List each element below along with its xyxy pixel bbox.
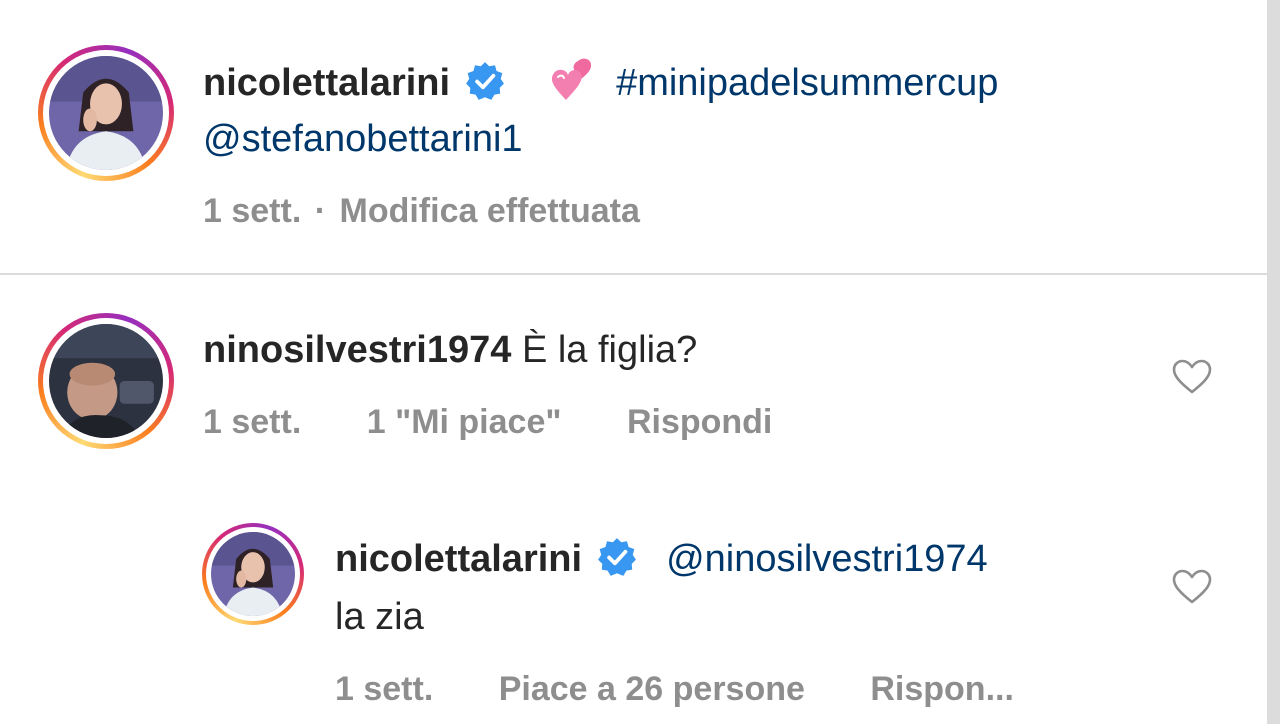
comment-text: È la figlia?	[521, 329, 698, 371]
comments-screen: nicolettalarini #minipadelsummercup @ste…	[0, 0, 1280, 724]
caption-username[interactable]: nicolettalarini	[203, 62, 450, 104]
reply-avatar[interactable]	[202, 523, 304, 625]
reply-line-2: la zia	[335, 594, 424, 640]
avatar-photo-man	[49, 324, 163, 438]
reply-reply-button[interactable]: Rispon...	[870, 669, 1014, 709]
reply-line-1: nicolettalarini @ninosilvestri1974	[335, 536, 988, 582]
caption-separator: ·	[314, 192, 327, 230]
reply-meta: 1 sett. Piace a 26 persone Rispon...	[335, 669, 1014, 709]
caption-avatar[interactable]	[38, 45, 174, 181]
avatar-photo-woman	[49, 56, 163, 170]
caption-mention-link[interactable]: @stefanobettarini1	[203, 118, 523, 160]
comment-line: ninosilvestri1974 È la figlia?	[203, 327, 697, 373]
reply-likes[interactable]: Piace a 26 persone	[499, 669, 805, 709]
scrollbar[interactable]	[1267, 0, 1280, 724]
reply-username[interactable]: nicolettalarini	[335, 538, 582, 580]
caption-time: 1 sett.	[203, 192, 302, 230]
caption-line-2: @stefanobettarini1	[203, 116, 523, 162]
verified-badge-icon	[466, 62, 504, 100]
verified-badge-icon	[598, 538, 636, 576]
avatar-photo-woman	[211, 532, 295, 616]
caption-hashtag-link[interactable]: #minipadelsummercup	[616, 62, 998, 104]
comment-username[interactable]: ninosilvestri1974	[203, 329, 511, 371]
comment-time: 1 sett.	[203, 403, 302, 441]
caption-edited-label: Modifica effettuata	[339, 192, 640, 230]
reply-time: 1 sett.	[335, 670, 434, 708]
caption-line-1: nicolettalarini #minipadelsummercup	[203, 57, 998, 107]
comment-avatar[interactable]	[38, 313, 174, 449]
divider	[0, 273, 1267, 275]
caption-meta: 1 sett. · Modifica effettuata	[203, 191, 640, 231]
reply-text: la zia	[335, 596, 424, 638]
comment-like-heart-icon[interactable]	[1172, 359, 1212, 395]
comment-meta: 1 sett. 1 "Mi piace" Rispondi	[203, 402, 772, 442]
comment-likes[interactable]: 1 "Mi piace"	[367, 402, 562, 442]
two-hearts-emoji-icon	[551, 58, 592, 100]
reply-like-heart-icon[interactable]	[1172, 569, 1212, 605]
comment-reply-button[interactable]: Rispondi	[627, 402, 772, 442]
reply-mention-link[interactable]: @ninosilvestri1974	[666, 538, 988, 580]
